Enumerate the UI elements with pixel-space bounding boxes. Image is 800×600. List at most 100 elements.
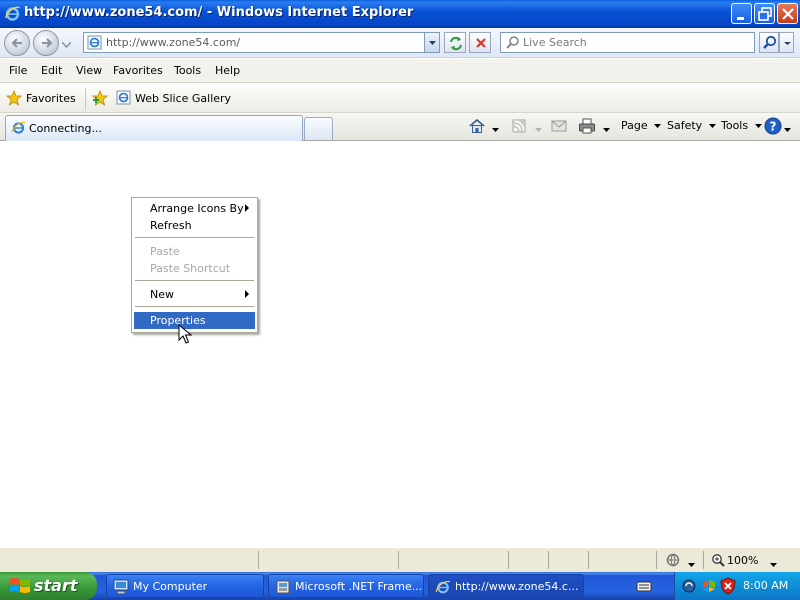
zoom-dropdown-icon[interactable]	[770, 558, 777, 571]
print-icon[interactable]	[578, 118, 596, 137]
magnifier-icon	[763, 35, 777, 49]
read-mail-icon[interactable]	[551, 119, 567, 136]
help-dropdown-icon[interactable]	[784, 123, 791, 136]
network-icon[interactable]	[681, 578, 697, 597]
menu-item-label: Refresh	[150, 219, 192, 232]
ie-page-icon	[116, 90, 131, 105]
page-content-area[interactable]	[0, 142, 800, 547]
safety-menu-label: Safety	[667, 119, 703, 132]
menu-item-refresh[interactable]: Refresh	[134, 217, 255, 234]
start-label: start	[34, 576, 78, 595]
taskbar-button-internet-explorer[interactable]: http://www.zone54.c...	[428, 574, 584, 598]
close-button[interactable]	[777, 3, 798, 24]
status-divider	[656, 551, 657, 569]
zoom-icon[interactable]	[711, 553, 725, 570]
mouse-pointer-icon	[178, 323, 193, 349]
new-tab-button[interactable]	[304, 117, 333, 140]
taskbar: start My Computer Microsoft .NET Frame..…	[0, 572, 800, 600]
page-menu[interactable]: Page	[621, 119, 662, 132]
menu-item-paste-shortcut: Paste Shortcut	[134, 260, 255, 277]
taskbar-button-my-computer[interactable]: My Computer	[106, 574, 264, 598]
home-icon[interactable]	[468, 117, 486, 138]
protected-mode-dropdown-icon[interactable]	[688, 558, 695, 571]
windows-logo-icon	[10, 578, 30, 593]
status-bar: 100%	[0, 547, 800, 572]
help-icon[interactable]: ?	[764, 117, 782, 138]
page-menu-label: Page	[621, 119, 648, 132]
page-icon	[87, 35, 102, 53]
menu-separator	[135, 306, 254, 307]
start-button[interactable]: start	[0, 572, 97, 600]
installer-icon	[276, 580, 290, 594]
favorites-divider	[85, 88, 86, 110]
chevron-down-icon	[784, 42, 791, 45]
menu-separator	[135, 237, 254, 238]
protected-mode-icon[interactable]	[666, 553, 680, 570]
context-menu: Arrange Icons By Refresh Paste Paste Sho…	[131, 197, 258, 333]
refresh-button[interactable]	[444, 32, 466, 53]
menu-favorites[interactable]: Favorites	[113, 64, 163, 77]
favorites-label: Favorites	[26, 92, 76, 105]
submenu-arrow-icon	[245, 204, 249, 212]
keyboard-icon[interactable]	[636, 579, 652, 596]
add-to-favorites-bar-icon[interactable]	[91, 89, 109, 110]
address-field[interactable]: http://www.zone54.com/	[83, 32, 440, 53]
title-bar[interactable]: http://www.zone54.com/ - Windows Interne…	[0, 0, 800, 28]
internet-explorer-icon	[4, 5, 21, 22]
stop-icon	[476, 38, 486, 48]
status-divider	[508, 551, 509, 569]
menu-item-label: Paste	[150, 245, 180, 258]
status-divider	[398, 551, 399, 569]
menu-bar: File Edit View Favorites Tools Help	[0, 59, 800, 83]
web-slice-gallery-label: Web Slice Gallery	[135, 92, 232, 105]
safety-menu[interactable]: Safety	[667, 119, 716, 132]
taskbar-button-dotnet-framework[interactable]: Microsoft .NET Frame...	[268, 574, 424, 598]
search-input[interactable]: Live Search	[500, 32, 755, 53]
chevron-down-icon	[754, 123, 762, 128]
minimize-button[interactable]	[731, 3, 752, 24]
submenu-arrow-icon	[245, 290, 249, 298]
chevron-down-icon	[708, 123, 716, 128]
zoom-level[interactable]: 100%	[727, 554, 758, 567]
navigation-bar: http://www.zone54.com/ Live Search	[0, 28, 800, 58]
menu-item-arrange-icons-by[interactable]: Arrange Icons By	[134, 200, 255, 217]
menu-separator	[135, 280, 254, 281]
menu-view[interactable]: View	[76, 64, 102, 77]
chevron-down-icon	[654, 123, 662, 128]
menu-edit[interactable]: Edit	[41, 64, 62, 77]
restore-button[interactable]	[754, 3, 775, 24]
stop-button[interactable]	[469, 32, 491, 53]
recent-pages-dropdown-icon[interactable]	[61, 38, 72, 51]
refresh-icon	[450, 36, 462, 51]
tab-label: Connecting...	[29, 122, 102, 135]
taskbar-button-label: My Computer	[133, 580, 208, 593]
menu-file[interactable]: File	[9, 64, 27, 77]
menu-item-paste: Paste	[134, 243, 255, 260]
search-button[interactable]	[759, 32, 779, 53]
menu-item-new[interactable]: New	[134, 286, 255, 303]
forward-arrow-icon	[42, 38, 53, 48]
menu-item-properties[interactable]: Properties	[134, 312, 255, 329]
forward-button[interactable]	[33, 30, 59, 56]
search-options-dropdown[interactable]	[779, 32, 794, 53]
feeds-icon[interactable]	[511, 118, 527, 137]
menu-tools[interactable]: Tools	[174, 64, 201, 77]
print-dropdown-icon[interactable]	[603, 123, 610, 136]
security-center-icon[interactable]	[701, 578, 717, 597]
menu-item-label: Arrange Icons By	[150, 202, 244, 215]
back-arrow-icon	[11, 38, 22, 48]
tools-menu[interactable]: Tools	[721, 119, 762, 132]
home-dropdown-icon[interactable]	[492, 123, 499, 136]
feeds-dropdown-icon[interactable]	[535, 123, 542, 136]
address-dropdown-button[interactable]	[424, 33, 439, 52]
status-divider	[258, 551, 259, 569]
search-icon	[505, 35, 520, 53]
menu-item-label: New	[150, 288, 174, 301]
status-divider	[548, 551, 549, 569]
menu-item-label: Paste Shortcut	[150, 262, 231, 275]
shield-alert-icon[interactable]	[720, 577, 736, 598]
tools-menu-label: Tools	[721, 119, 749, 132]
tab-connecting[interactable]: Connecting...	[5, 115, 303, 141]
back-button[interactable]	[4, 30, 30, 56]
menu-help[interactable]: Help	[215, 64, 240, 77]
